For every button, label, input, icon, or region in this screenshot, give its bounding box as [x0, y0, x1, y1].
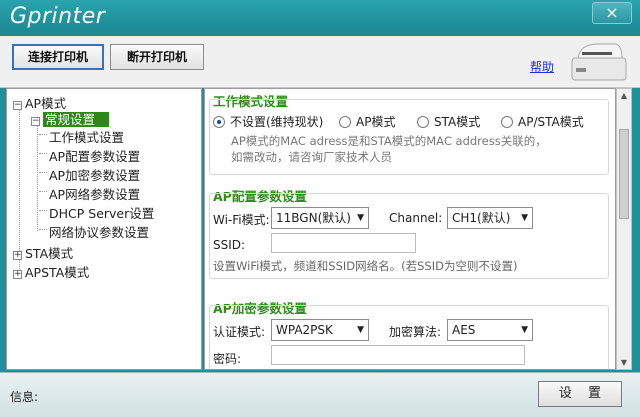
- radio-no-change[interactable]: 不设置(维持现状): [213, 113, 323, 130]
- toolbar: 连接打印机 断开打印机 帮助: [0, 36, 640, 88]
- panel-scrollbar[interactable]: ▲ ▼: [616, 88, 632, 370]
- tree-item-ap-encrypt[interactable]: AP加密参数设置: [49, 165, 140, 184]
- tree-node-label: STA模式: [25, 246, 74, 261]
- radio-selected-icon: [213, 115, 225, 128]
- tree-connector: [39, 172, 47, 173]
- password-input[interactable]: [271, 345, 525, 365]
- tree-node-label: APSTA模式: [25, 265, 90, 280]
- dropdown-arrow-icon: ▼: [357, 213, 364, 223]
- expand-icon[interactable]: +: [13, 270, 22, 279]
- tree-node-label: 常规设置: [43, 112, 110, 127]
- channel-select[interactable]: CH1(默认) ▼: [447, 207, 533, 229]
- scrollbar-thumb[interactable]: [619, 129, 629, 219]
- tree-connector: [39, 153, 47, 154]
- settings-tree: − AP模式 − 常规设置 工作模式设置 AP配置参数设置 AP加密参数设置 AP网…: [6, 88, 202, 370]
- channel-label: Channel:: [389, 211, 443, 225]
- radio-ap-mode[interactable]: AP模式: [339, 113, 395, 130]
- settings-panel: 工作模式设置 不设置(维持现状) AP模式 STA模式 AP/STA模式 AP模…: [204, 88, 616, 370]
- tree-item-ap-network[interactable]: AP网络参数设置: [49, 184, 140, 203]
- collapse-icon[interactable]: −: [13, 101, 22, 110]
- tree-connector: [39, 134, 47, 135]
- title-bar: Gprinter ×: [0, 0, 640, 36]
- radio-icon: [501, 115, 513, 128]
- wifi-mode-select[interactable]: 11BGN(默认) ▼: [271, 207, 369, 229]
- expand-icon[interactable]: +: [13, 251, 22, 260]
- dropdown-arrow-icon: ▼: [521, 325, 528, 335]
- ap-config-note: 设置WiFi模式，频道和SSID网络名。(若SSID为空则不设置): [213, 259, 518, 273]
- close-icon: ×: [605, 3, 619, 22]
- radio-sta-mode[interactable]: STA模式: [417, 113, 480, 130]
- ssid-label: SSID:: [213, 238, 246, 252]
- app-title: Gprinter: [10, 4, 106, 29]
- collapse-icon[interactable]: −: [31, 117, 40, 126]
- tree-item-work-mode[interactable]: 工作模式设置: [49, 127, 124, 146]
- tree-connector: [39, 210, 47, 211]
- ssid-input[interactable]: [271, 233, 416, 253]
- auth-mode-select[interactable]: WPA2PSK ▼: [271, 319, 369, 341]
- scroll-down-icon[interactable]: ▼: [619, 358, 629, 367]
- dropdown-arrow-icon: ▼: [521, 213, 528, 223]
- scroll-up-icon[interactable]: ▲: [619, 91, 629, 100]
- radio-icon: [339, 115, 351, 128]
- tree-node-apsta-mode[interactable]: + APSTA模式: [13, 262, 89, 281]
- close-button[interactable]: ×: [592, 2, 632, 24]
- disconnect-printer-button[interactable]: 断开打印机: [110, 44, 204, 70]
- tree-connector: [39, 191, 47, 192]
- tree-connector: [37, 125, 38, 231]
- help-link[interactable]: 帮助: [530, 58, 554, 75]
- password-label: 密码:: [213, 352, 242, 366]
- status-bar: 信息: 设 置: [0, 372, 640, 417]
- radio-icon: [417, 115, 429, 128]
- tree-item-dhcp[interactable]: DHCP Server设置: [49, 203, 154, 222]
- work-mode-note-2: 如需改动，请咨询厂家技术人员: [231, 150, 392, 164]
- status-label: 信息:: [10, 390, 39, 404]
- set-button[interactable]: 设 置: [538, 381, 622, 407]
- tree-node-sta-mode[interactable]: + STA模式: [13, 243, 73, 262]
- printer-icon: [571, 43, 627, 81]
- tree-item-protocol[interactable]: 网络协议参数设置: [49, 222, 149, 241]
- tree-node-general[interactable]: − 常规设置: [31, 109, 110, 128]
- encrypt-algo-label: 加密算法:: [389, 325, 442, 339]
- dropdown-arrow-icon: ▼: [357, 325, 364, 335]
- wifi-mode-label: Wi-Fi模式:: [213, 213, 270, 227]
- radio-apsta-mode[interactable]: AP/STA模式: [501, 113, 584, 130]
- tree-item-ap-config[interactable]: AP配置参数设置: [49, 146, 140, 165]
- encrypt-algo-select[interactable]: AES ▼: [447, 319, 533, 341]
- connect-printer-button[interactable]: 连接打印机: [12, 44, 104, 70]
- work-mode-note-1: AP模式的MAC adress是和STA模式的MAC address关联的，: [231, 134, 547, 148]
- tree-connector: [39, 229, 47, 230]
- auth-mode-label: 认证模式:: [213, 325, 266, 339]
